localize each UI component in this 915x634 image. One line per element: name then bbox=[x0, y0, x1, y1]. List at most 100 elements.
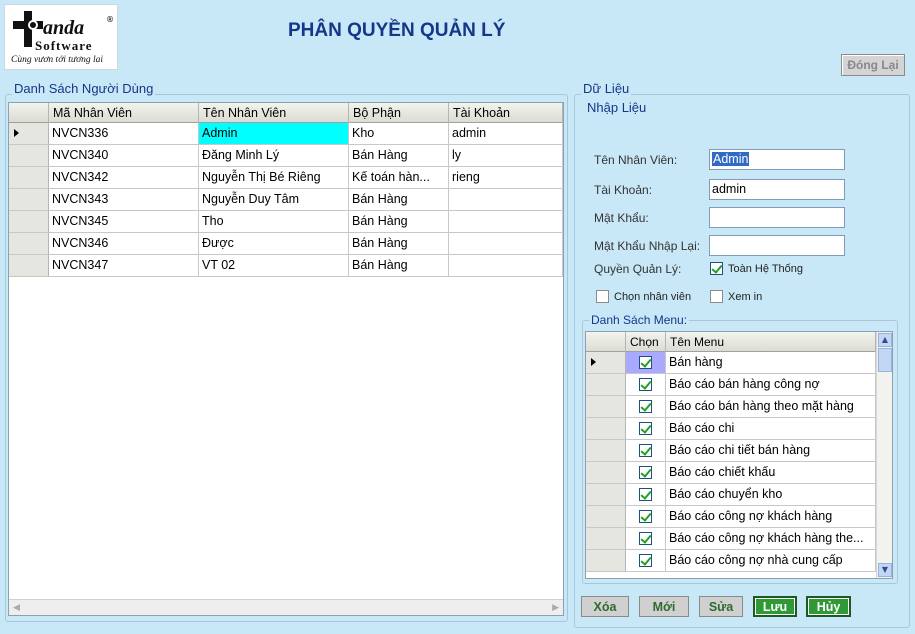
list-item[interactable]: Báo cáo chi bbox=[586, 418, 876, 440]
list-item[interactable]: Báo cáo chuyển kho bbox=[586, 484, 876, 506]
cell-employee-name[interactable]: VT 02 bbox=[199, 255, 349, 277]
cell-department[interactable]: Bán Hàng bbox=[349, 189, 449, 211]
row-selector[interactable] bbox=[586, 484, 626, 506]
menu-checkbox[interactable] bbox=[639, 356, 652, 369]
user-grid[interactable]: Mã Nhân Viên Tên Nhân Viên Bộ Phận Tài K… bbox=[8, 102, 564, 616]
cell-employee-code[interactable]: NVCN343 bbox=[49, 189, 199, 211]
cell-employee-code[interactable]: NVCN347 bbox=[49, 255, 199, 277]
list-item[interactable]: Báo cáo chiết khấu bbox=[586, 462, 876, 484]
full-system-checkbox[interactable] bbox=[710, 262, 723, 275]
delete-button[interactable]: Xóa bbox=[581, 596, 629, 617]
view-in-checkbox[interactable] bbox=[710, 290, 723, 303]
list-item[interactable]: Báo cáo công nợ khách hàng the... bbox=[586, 528, 876, 550]
col-department[interactable]: Bộ Phận bbox=[349, 103, 449, 123]
new-button[interactable]: Mới bbox=[639, 596, 689, 617]
cell-department[interactable]: Bán Hàng bbox=[349, 211, 449, 233]
row-selector[interactable] bbox=[9, 123, 49, 145]
cell-select[interactable] bbox=[626, 506, 666, 528]
col-employee-code[interactable]: Mã Nhân Viên bbox=[49, 103, 199, 123]
menu-checkbox[interactable] bbox=[639, 510, 652, 523]
horizontal-scrollbar[interactable]: ◀ ▶ bbox=[9, 599, 563, 615]
cell-select[interactable] bbox=[626, 528, 666, 550]
account-input[interactable]: admin bbox=[709, 179, 845, 200]
cancel-button[interactable]: Hủy bbox=[806, 596, 851, 617]
save-button[interactable]: Lưu bbox=[753, 596, 797, 617]
cell-account[interactable] bbox=[449, 233, 563, 255]
cell-employee-name[interactable]: Nguyễn Duy Tâm bbox=[199, 189, 349, 211]
cell-account[interactable] bbox=[449, 189, 563, 211]
table-row[interactable]: NVCN346 Được Bán Hàng bbox=[9, 233, 563, 255]
table-row[interactable]: NVCN340 Đăng Minh Lý Bán Hàng ly bbox=[9, 145, 563, 167]
menu-checkbox[interactable] bbox=[639, 422, 652, 435]
menu-checkbox[interactable] bbox=[639, 466, 652, 479]
row-selector[interactable] bbox=[586, 506, 626, 528]
cell-menu-name[interactable]: Báo cáo chi bbox=[666, 418, 876, 440]
table-row[interactable]: NVCN336 Admin Kho admin bbox=[9, 123, 563, 145]
cell-department[interactable]: Bán Hàng bbox=[349, 255, 449, 277]
list-item[interactable]: Báo cáo công nợ nhà cung cấp bbox=[586, 550, 876, 572]
row-selector[interactable] bbox=[9, 233, 49, 255]
cell-account[interactable] bbox=[449, 255, 563, 277]
cell-menu-name[interactable]: Báo cáo chiết khấu bbox=[666, 462, 876, 484]
cell-employee-code[interactable]: NVCN346 bbox=[49, 233, 199, 255]
list-item[interactable]: Báo cáo bán hàng công nợ bbox=[586, 374, 876, 396]
vertical-scrollbar[interactable]: ▲ ▼ bbox=[876, 332, 892, 578]
cell-menu-name[interactable]: Báo cáo bán hàng công nợ bbox=[666, 374, 876, 396]
col-account[interactable]: Tài Khoản bbox=[449, 103, 563, 123]
cell-account[interactable]: admin bbox=[449, 123, 563, 145]
cell-employee-code[interactable]: NVCN340 bbox=[49, 145, 199, 167]
menu-checkbox[interactable] bbox=[639, 378, 652, 391]
list-item[interactable]: Báo cáo bán hàng theo mặt hàng bbox=[586, 396, 876, 418]
row-selector[interactable] bbox=[586, 352, 626, 374]
cell-employee-name[interactable]: Admin bbox=[199, 123, 349, 145]
cell-account[interactable]: rieng bbox=[449, 167, 563, 189]
col-employee-name[interactable]: Tên Nhân Viên bbox=[199, 103, 349, 123]
close-button[interactable]: Đóng Lại bbox=[841, 54, 905, 76]
cell-employee-code[interactable]: NVCN345 bbox=[49, 211, 199, 233]
cell-employee-name[interactable]: Được bbox=[199, 233, 349, 255]
cell-menu-name[interactable]: Báo cáo chuyển kho bbox=[666, 484, 876, 506]
cell-employee-name[interactable]: Đăng Minh Lý bbox=[199, 145, 349, 167]
row-selector[interactable] bbox=[586, 462, 626, 484]
cell-employee-name[interactable]: Tho bbox=[199, 211, 349, 233]
menu-checkbox[interactable] bbox=[639, 444, 652, 457]
col-select[interactable]: Chọn bbox=[626, 332, 666, 352]
cell-menu-name[interactable]: Báo cáo chi tiết bán hàng bbox=[666, 440, 876, 462]
row-selector[interactable] bbox=[9, 255, 49, 277]
row-selector[interactable] bbox=[9, 145, 49, 167]
row-selector[interactable] bbox=[586, 528, 626, 550]
scroll-left-icon[interactable]: ◀ bbox=[13, 603, 20, 613]
cell-menu-name[interactable]: Báo cáo công nợ khách hàng bbox=[666, 506, 876, 528]
scroll-down-icon[interactable]: ▼ bbox=[878, 563, 892, 577]
row-selector[interactable] bbox=[586, 440, 626, 462]
cell-menu-name[interactable]: Báo cáo công nợ nhà cung cấp bbox=[666, 550, 876, 572]
col-menu-name[interactable]: Tên Menu bbox=[666, 332, 876, 352]
table-row[interactable]: NVCN347 VT 02 Bán Hàng bbox=[9, 255, 563, 277]
cell-department[interactable]: Kế toán hàn... bbox=[349, 167, 449, 189]
menu-grid[interactable]: Chọn Tên Menu Bán hàng Báo cáo bán hàng … bbox=[585, 331, 893, 579]
list-item[interactable]: Báo cáo công nợ khách hàng bbox=[586, 506, 876, 528]
employee-name-input[interactable]: Admin bbox=[709, 149, 845, 170]
table-row[interactable]: NVCN342 Nguyễn Thị Bé Riêng Kế toán hàn.… bbox=[9, 167, 563, 189]
menu-checkbox[interactable] bbox=[639, 488, 652, 501]
cell-menu-name[interactable]: Báo cáo bán hàng theo mặt hàng bbox=[666, 396, 876, 418]
menu-checkbox[interactable] bbox=[639, 554, 652, 567]
cell-select[interactable] bbox=[626, 550, 666, 572]
cell-employee-name[interactable]: Nguyễn Thị Bé Riêng bbox=[199, 167, 349, 189]
edit-button[interactable]: Sửa bbox=[699, 596, 743, 617]
cell-select[interactable] bbox=[626, 418, 666, 440]
password-confirm-input[interactable] bbox=[709, 235, 845, 256]
cell-select[interactable] bbox=[626, 440, 666, 462]
cell-employee-code[interactable]: NVCN336 bbox=[49, 123, 199, 145]
cell-department[interactable]: Bán Hàng bbox=[349, 233, 449, 255]
cell-select[interactable] bbox=[626, 484, 666, 506]
cell-department[interactable]: Bán Hàng bbox=[349, 145, 449, 167]
cell-menu-name[interactable]: Bán hàng bbox=[666, 352, 876, 374]
row-selector[interactable] bbox=[586, 418, 626, 440]
row-selector[interactable] bbox=[586, 374, 626, 396]
password-input[interactable] bbox=[709, 207, 845, 228]
cell-account[interactable]: ly bbox=[449, 145, 563, 167]
row-selector[interactable] bbox=[586, 550, 626, 572]
cell-select[interactable] bbox=[626, 462, 666, 484]
menu-checkbox[interactable] bbox=[639, 400, 652, 413]
